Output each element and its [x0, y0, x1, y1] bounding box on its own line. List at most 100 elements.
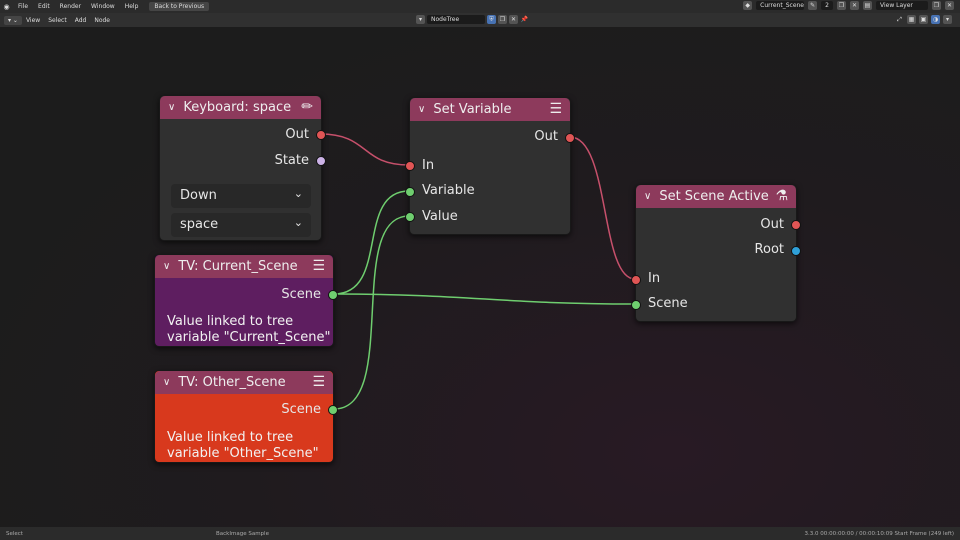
- node-tree-name-field[interactable]: NodeTree: [427, 15, 485, 24]
- fake-user-icon[interactable]: ⛨: [487, 15, 496, 24]
- menu-edit[interactable]: Edit: [33, 3, 55, 10]
- menu-node[interactable]: Node: [90, 17, 114, 24]
- set-scene-active-scene-socket[interactable]: [631, 300, 641, 310]
- back-to-previous-button[interactable]: Back to Previous: [149, 2, 210, 11]
- tv-other-scene-description: Value linked to tree variable "Other_Sce…: [167, 430, 319, 462]
- remove-view-layer-icon[interactable]: ✕: [945, 1, 954, 10]
- node-tree-browse-icon[interactable]: ▾: [416, 15, 425, 24]
- set-variable-node-title: Set Variable: [433, 102, 512, 117]
- menu-add[interactable]: Add: [71, 17, 91, 24]
- menu-view[interactable]: View: [22, 17, 44, 24]
- state-socket-label: State: [274, 153, 309, 168]
- menu-help[interactable]: Help: [120, 3, 144, 10]
- set-variable-node-header[interactable]: ∨ Set Variable ☰: [410, 98, 570, 121]
- node-tree-selector: ▾ NodeTree ⛨ ❐ ✕ 📌: [416, 15, 529, 24]
- tv-current-scene-socket[interactable]: [328, 290, 338, 300]
- tv-other-scene-socket[interactable]: [328, 405, 338, 415]
- menu-select[interactable]: Select: [44, 17, 71, 24]
- keyboard-node-title: Keyboard: space: [183, 100, 292, 115]
- keyboard-node-header[interactable]: ∨ Keyboard: space ✏: [160, 96, 321, 119]
- status-select-hint: Select: [6, 530, 23, 537]
- out-socket-label: Out: [534, 129, 558, 144]
- scene-icon: ⚗: [775, 188, 788, 204]
- new-scene-icon[interactable]: ❐: [837, 1, 846, 10]
- sliders-icon: ☰: [549, 101, 562, 117]
- key-event-dropdown[interactable]: Down ⌄: [171, 184, 311, 208]
- set-scene-active-node-header[interactable]: ∨ Set Scene Active ⚗: [636, 185, 796, 208]
- menu-render[interactable]: Render: [55, 3, 86, 10]
- tv-current-scene-node-title: TV: Current_Scene: [178, 259, 298, 274]
- set-scene-active-node[interactable]: ∨ Set Scene Active ⚗ Out Root In Scene: [631, 184, 801, 322]
- out-socket-label: Out: [285, 127, 309, 142]
- scene-name-field[interactable]: Current_Scene: [756, 1, 805, 10]
- scene-users-count[interactable]: 2: [821, 1, 833, 10]
- collapse-chevron-icon[interactable]: ∨: [168, 102, 175, 113]
- chevron-down-icon: ⌄: [293, 187, 303, 200]
- node-editor-header: ▾ ⌄ View Select Add Node ▾ NodeTree ⛨ ❐ …: [0, 13, 960, 27]
- tv-current-scene-node[interactable]: ∨ TV: Current_Scene ☰ Scene Value linked…: [154, 254, 338, 347]
- key-name-dropdown[interactable]: space ⌄: [171, 213, 311, 237]
- keyboard-node[interactable]: ∨ Keyboard: space ✏ Out State Down ⌄ spa…: [159, 95, 326, 241]
- collapse-chevron-icon[interactable]: ∨: [418, 104, 425, 115]
- tv-current-scene-description: Value linked to tree variable "Current_S…: [167, 314, 331, 346]
- snap-icon[interactable]: ⤢: [895, 15, 904, 24]
- pin-icon[interactable]: ✎: [808, 1, 818, 10]
- description-line: Value linked to tree: [167, 314, 294, 329]
- top-menu-bar: ◉ File Edit Render Window Help Back to P…: [0, 0, 960, 13]
- set-scene-active-out-socket[interactable]: [791, 220, 801, 230]
- description-line: variable "Other_Scene": [167, 446, 319, 461]
- sliders-icon: ☰: [312, 258, 325, 274]
- pin-tree-icon[interactable]: 📌: [520, 15, 529, 24]
- backdrop-icon[interactable]: ▣: [919, 15, 928, 24]
- set-variable-node[interactable]: ∨ Set Variable ☰ Out In Variable Value: [405, 97, 575, 235]
- description-line: variable "Current_Scene": [167, 330, 331, 345]
- duplicate-tree-icon[interactable]: ❐: [498, 15, 507, 24]
- in-socket-label: In: [648, 271, 661, 286]
- collapse-chevron-icon[interactable]: ∨: [644, 191, 651, 202]
- scene-socket-label: Scene: [281, 287, 321, 302]
- status-bar: Select BackImage Sample 3.3.0 00:00:00:0…: [0, 527, 960, 540]
- chevron-down-icon: ⌄: [293, 216, 303, 229]
- unlink-tree-icon[interactable]: ✕: [509, 15, 518, 24]
- overlay-icon[interactable]: ▦: [907, 15, 916, 24]
- sliders-icon: ☰: [312, 374, 325, 390]
- set-variable-value-socket[interactable]: [405, 212, 415, 222]
- menu-file[interactable]: File: [13, 3, 33, 10]
- header-right-tools: ⤢ ▦ ▣ ◑ ▾: [895, 15, 952, 24]
- set-variable-out-socket[interactable]: [565, 133, 575, 143]
- view-layer-icon[interactable]: ▤: [863, 1, 872, 10]
- set-scene-active-node-title: Set Scene Active: [659, 189, 769, 204]
- view-toggle-icon[interactable]: ◑: [931, 15, 940, 24]
- key-name-value: space: [180, 217, 219, 232]
- variable-socket-label: Variable: [422, 183, 475, 198]
- pencil-icon: ✏: [301, 99, 313, 115]
- set-scene-active-root-socket[interactable]: [791, 246, 801, 256]
- scene-controls: ◆ Current_Scene ✎ 2 ❐ ✕ ▤ View Layer ❐ ✕: [743, 1, 954, 10]
- scene-icon[interactable]: ◆: [743, 1, 753, 10]
- set-scene-active-in-socket[interactable]: [631, 275, 641, 285]
- status-backimage-hint: BackImage Sample: [216, 530, 269, 537]
- delete-scene-icon[interactable]: ✕: [850, 1, 859, 10]
- scene-socket-label: Scene: [648, 296, 688, 311]
- collapse-chevron-icon[interactable]: ∨: [163, 261, 170, 272]
- set-variable-variable-socket[interactable]: [405, 187, 415, 197]
- description-line: Value linked to tree: [167, 430, 294, 445]
- editor-type-dropdown[interactable]: ▾ ⌄: [4, 15, 22, 25]
- view-options-icon[interactable]: ▾: [943, 15, 952, 24]
- keyboard-state-socket[interactable]: [316, 156, 326, 166]
- keyboard-out-socket[interactable]: [316, 130, 326, 140]
- tv-current-scene-node-header[interactable]: ∨ TV: Current_Scene ☰: [155, 255, 333, 278]
- view-layer-field[interactable]: View Layer: [876, 1, 928, 10]
- tv-other-scene-node-header[interactable]: ∨ TV: Other_Scene ☰: [155, 371, 333, 394]
- in-socket-label: In: [422, 158, 435, 173]
- tv-other-scene-node[interactable]: ∨ TV: Other_Scene ☰ Scene Value linked t…: [154, 370, 338, 463]
- blender-logo-icon[interactable]: ◉: [0, 3, 13, 11]
- tv-other-scene-node-title: TV: Other_Scene: [178, 375, 286, 390]
- collapse-chevron-icon[interactable]: ∨: [163, 377, 170, 388]
- value-socket-label: Value: [422, 209, 458, 224]
- status-version-frame: 3.3.0 00:00:00:00 / 00:00:10:09 Start Fr…: [804, 530, 954, 537]
- menu-window[interactable]: Window: [86, 3, 120, 10]
- copy-view-layer-icon[interactable]: ❐: [932, 1, 941, 10]
- scene-socket-label: Scene: [281, 402, 321, 417]
- set-variable-in-socket[interactable]: [405, 161, 415, 171]
